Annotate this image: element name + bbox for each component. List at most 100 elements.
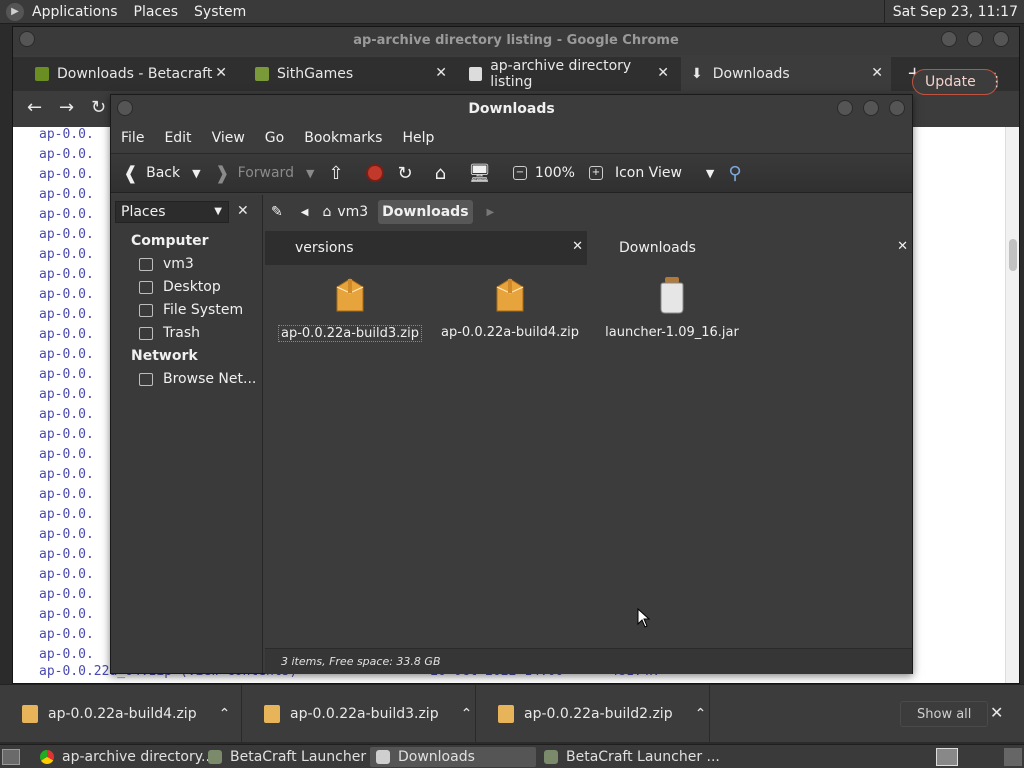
trash-applet-icon[interactable]	[1004, 748, 1022, 766]
back-arrow-icon[interactable]: ←	[27, 97, 42, 118]
listing-link[interactable]: ap-0.0.	[39, 307, 94, 322]
search-button[interactable]: ⚲	[728, 153, 749, 193]
places-menu[interactable]: Places	[126, 0, 187, 24]
home-button[interactable]: ⌂	[435, 153, 454, 193]
workspace-switcher-icon[interactable]	[936, 748, 958, 766]
file-item[interactable]: ap-0.0.22a-build4.zip	[435, 275, 585, 340]
download-item[interactable]: ap-0.0.22a-build3.zip ⌃	[242, 685, 476, 743]
reload-button[interactable]: ↻	[398, 153, 421, 193]
listing-link[interactable]: ap-0.0.	[39, 127, 94, 142]
tab-versions[interactable]: versions ✕	[265, 231, 587, 265]
listing-link[interactable]: ap-0.0.	[39, 327, 94, 342]
chevron-up-icon[interactable]: ⌃	[461, 706, 473, 722]
tab-close-icon[interactable]: ✕	[215, 65, 227, 81]
file-item[interactable]: launcher-1.09_16.jar	[597, 275, 747, 340]
menu-view[interactable]: View	[202, 130, 255, 146]
listing-link[interactable]: ap-0.0.	[39, 567, 94, 582]
taskbar-item-betacraft-2[interactable]: BetaCraft Launcher ...	[538, 747, 726, 767]
listing-link[interactable]: ap-0.0.	[39, 467, 94, 482]
places-select[interactable]: Places ▼	[115, 201, 229, 223]
zoom-out-button[interactable]: − 100%	[512, 153, 575, 193]
show-desktop-icon[interactable]	[2, 749, 20, 765]
sidebar-item-filesystem[interactable]: File System	[139, 302, 243, 318]
tab-close-icon[interactable]: ✕	[572, 239, 583, 254]
window-menu-icon[interactable]	[19, 31, 35, 47]
listing-link[interactable]: ap-0.0.	[39, 207, 94, 222]
tab-close-icon[interactable]: ✕	[435, 65, 447, 81]
view-mode-chevron-icon[interactable]: ▼	[706, 167, 714, 180]
listing-link[interactable]: ap-0.0.	[39, 227, 94, 242]
show-all-button[interactable]: Show all	[900, 701, 989, 727]
sidebar-item-vm3[interactable]: vm3	[139, 256, 194, 272]
tab-close-icon[interactable]: ✕	[871, 65, 883, 81]
zoom-in-button[interactable]: + Icon View ▼	[588, 153, 714, 193]
maximize-icon[interactable]	[863, 100, 879, 116]
update-button[interactable]: Update ⋮	[912, 69, 1004, 95]
file-view[interactable]: ap-0.0.22a-build3.zip ap-0.0.22a-build4.…	[265, 265, 912, 647]
listing-link[interactable]: ap-0.0.	[39, 607, 94, 622]
menu-bookmarks[interactable]: Bookmarks	[294, 130, 392, 146]
listing-link[interactable]: ap-0.0.	[39, 147, 94, 162]
listing-link[interactable]: ap-0.0.	[39, 547, 94, 562]
listing-link[interactable]: ap-0.0.	[39, 627, 94, 642]
tab-ap-archive[interactable]: ap-archive directory listing ✕	[459, 57, 677, 91]
forward-history-chevron-icon[interactable]: ▼	[306, 167, 314, 180]
listing-link[interactable]: ap-0.0.	[39, 407, 94, 422]
tab-sithgames[interactable]: SithGames ✕	[245, 57, 455, 91]
breadcrumb-downloads[interactable]: Downloads	[378, 200, 473, 224]
taskbar-item-betacraft-1[interactable]: BetaCraft Launcher ...	[202, 747, 390, 767]
listing-link[interactable]: ap-0.0.	[39, 267, 94, 282]
applications-menu[interactable]: Applications	[24, 0, 126, 24]
listing-link[interactable]: ap-0.0.	[39, 167, 94, 182]
breadcrumb-vm3[interactable]: ⌂ vm3	[318, 200, 372, 224]
minimize-icon[interactable]	[837, 100, 853, 116]
chevron-up-icon[interactable]: ⌃	[219, 706, 231, 722]
listing-link[interactable]: ap-0.0.	[39, 367, 94, 382]
forward-arrow-icon[interactable]: →	[59, 97, 74, 118]
path-right-arrow-icon[interactable]: ▶	[483, 200, 499, 224]
page-scrollbar[interactable]	[1005, 127, 1019, 683]
window-menu-icon[interactable]	[117, 100, 133, 116]
menu-help[interactable]: Help	[392, 130, 444, 146]
taskbar-item-downloads[interactable]: Downloads	[370, 747, 536, 767]
listing-link[interactable]: ap-0.0.	[39, 247, 94, 262]
file-item[interactable]: ap-0.0.22a-build3.zip	[275, 275, 425, 342]
menu-file[interactable]: File	[111, 130, 154, 146]
tab-downloads[interactable]: ⬇ Downloads ✕	[681, 57, 891, 91]
listing-link[interactable]: ap-0.0.	[39, 387, 94, 402]
listing-link[interactable]: ap-0.0.	[39, 487, 94, 502]
listing-link[interactable]: ap-0.0.	[39, 287, 94, 302]
sidebar-item-browse-network[interactable]: Browse Net...	[139, 371, 256, 387]
listing-link[interactable]: ap-0.0.	[39, 527, 94, 542]
menu-kebab-icon[interactable]: ⋮	[990, 74, 1004, 90]
listing-link[interactable]: ap-0.0.	[39, 347, 94, 362]
taskbar-item-chrome[interactable]: ap-archive directory...	[34, 747, 220, 767]
maximize-icon[interactable]	[967, 31, 983, 47]
download-item[interactable]: ap-0.0.22a-build4.zip ⌃	[0, 685, 242, 743]
sidebar-item-desktop[interactable]: Desktop	[139, 279, 221, 295]
listing-link[interactable]: ap-0.0.	[39, 427, 94, 442]
back-button[interactable]: ❰ Back ▼	[123, 153, 201, 193]
tab-betacraft[interactable]: Downloads - Betacraft ✕	[25, 57, 235, 91]
path-left-arrow-icon[interactable]: ◀	[297, 200, 313, 224]
close-sidebar-icon[interactable]: ✕	[237, 203, 249, 219]
tab-close-icon[interactable]: ✕	[897, 239, 908, 254]
listing-link[interactable]: ap-0.0.	[39, 187, 94, 202]
reload-icon[interactable]: ↻	[91, 97, 106, 118]
menu-edit[interactable]: Edit	[154, 130, 201, 146]
distro-logo-icon[interactable]: ▶	[6, 2, 24, 21]
chevron-up-icon[interactable]: ⌃	[695, 706, 707, 722]
close-icon[interactable]	[889, 100, 905, 116]
tab-close-icon[interactable]: ✕	[657, 65, 669, 81]
edit-location-icon[interactable]: ✎	[267, 200, 287, 224]
system-menu[interactable]: System	[186, 0, 254, 24]
download-item[interactable]: ap-0.0.22a-build2.zip ⌃	[476, 685, 710, 743]
listing-link[interactable]: ap-0.0.	[39, 647, 94, 662]
close-download-bar-icon[interactable]: ✕	[990, 703, 1003, 722]
listing-link[interactable]: ap-0.0.	[39, 507, 94, 522]
minimize-icon[interactable]	[941, 31, 957, 47]
listing-link[interactable]: ap-0.0.	[39, 447, 94, 462]
scrollbar-thumb[interactable]	[1009, 239, 1017, 271]
stop-button[interactable]	[365, 153, 384, 193]
tab-downloads[interactable]: Downloads ✕	[589, 231, 912, 265]
